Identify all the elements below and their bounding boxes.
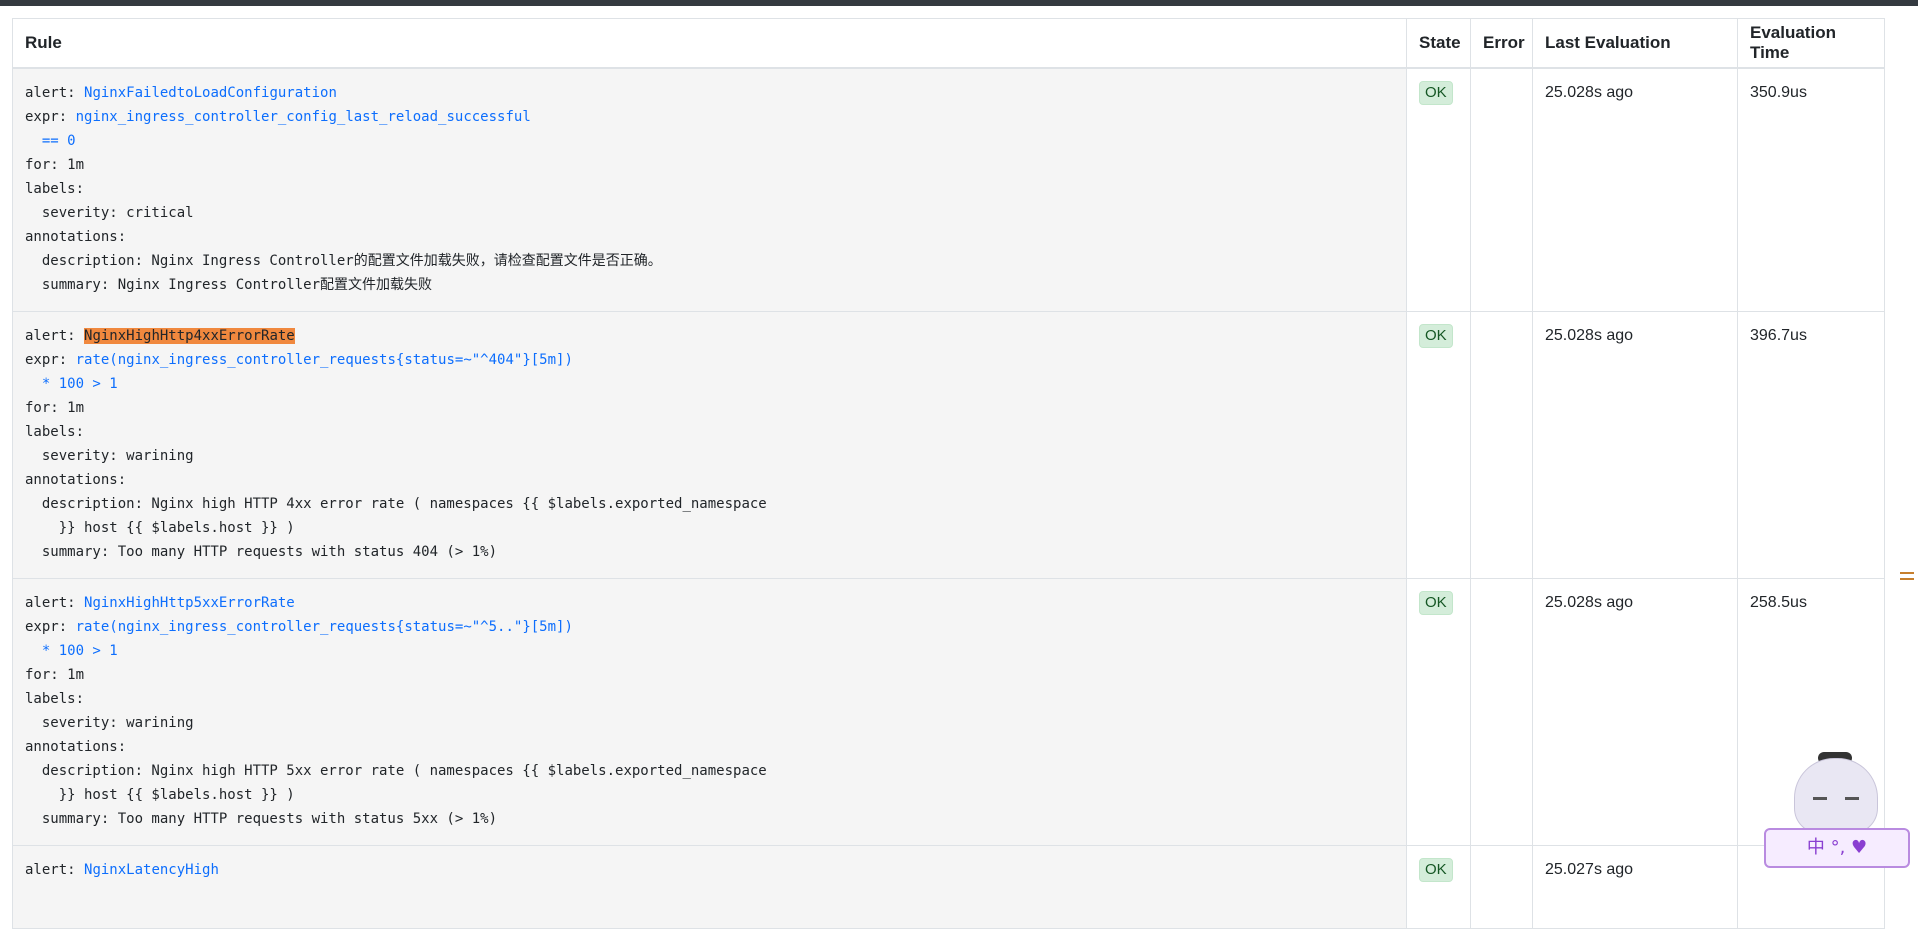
rule-definition: alert: NginxHighHttp4xxErrorRate expr: r…	[25, 324, 1394, 564]
severity-line: severity: critical	[25, 205, 194, 221]
rule-cell: alert: NginxFailedtoLoadConfiguration ex…	[12, 67, 1407, 312]
rule-definition: alert: NginxLatencyHigh	[25, 858, 1394, 882]
rule-definition: alert: NginxFailedtoLoadConfiguration ex…	[25, 81, 1394, 297]
expr-key: expr:	[25, 352, 68, 368]
error-cell	[1470, 578, 1533, 846]
annotations-line: annotations:	[25, 472, 127, 488]
scrollbar-grip-icon[interactable]	[1900, 568, 1914, 584]
top-navbar-strip	[0, 0, 1918, 6]
expr-link[interactable]: nginx_ingress_controller_config_last_rel…	[76, 109, 531, 125]
header-error: Error	[1470, 18, 1533, 69]
last-evaluation-cell: 25.028s ago	[1532, 67, 1738, 312]
error-cell	[1470, 67, 1533, 312]
expr-link[interactable]: rate(nginx_ingress_controller_requests{s…	[76, 619, 573, 635]
rules-table-container: Rule State Error Last Evaluation Evaluat…	[12, 18, 1885, 929]
table-row: alert: NginxLatencyHigh OK 25.027s ago	[12, 845, 1885, 929]
alert-key: alert:	[25, 595, 76, 611]
severity-line: severity: warining	[25, 715, 194, 731]
state-cell: OK	[1406, 311, 1471, 579]
rule-cell: alert: NginxHighHttp5xxErrorRate expr: r…	[12, 578, 1407, 846]
annotations-line: annotations:	[25, 229, 127, 245]
summary-line: summary: Too many HTTP requests with sta…	[25, 811, 498, 827]
expr-continuation[interactable]: == 0	[25, 133, 76, 149]
alert-key: alert:	[25, 85, 76, 101]
header-rule: Rule	[12, 18, 1407, 69]
description-line-continuation: }} host {{ $labels.host }} )	[25, 520, 295, 536]
summary-line: summary: Too many HTTP requests with sta…	[25, 544, 498, 560]
description-line: description: Nginx high HTTP 5xx error r…	[25, 763, 767, 779]
error-cell	[1470, 311, 1533, 579]
last-evaluation-cell: 25.027s ago	[1532, 845, 1738, 929]
table-header-row: Rule State Error Last Evaluation Evaluat…	[12, 18, 1885, 69]
for-line: for: 1m	[25, 400, 85, 416]
alert-name-link[interactable]: NginxFailedtoLoadConfiguration	[84, 85, 337, 101]
summary-line: summary: Nginx Ingress Controller配置文件加载失…	[25, 277, 433, 293]
header-evaluation-time: Evaluation Time	[1737, 18, 1885, 69]
alert-name-link[interactable]: NginxHighHttp5xxErrorRate	[84, 595, 295, 611]
for-line: for: 1m	[25, 667, 85, 683]
mascot-face-icon	[1794, 758, 1878, 834]
severity-line: severity: warining	[25, 448, 194, 464]
rule-cell: alert: NginxLatencyHigh	[12, 845, 1407, 929]
header-state: State	[1406, 18, 1471, 69]
expr-key: expr:	[25, 109, 68, 125]
for-line: for: 1m	[25, 157, 85, 173]
state-badge: OK	[1419, 81, 1453, 105]
labels-line: labels:	[25, 181, 85, 197]
table-row: alert: NginxHighHttp5xxErrorRate expr: r…	[12, 578, 1885, 846]
evaluation-time-cell: 396.7us	[1737, 311, 1885, 579]
state-badge: OK	[1419, 591, 1453, 615]
state-badge: OK	[1419, 858, 1453, 882]
table-row: alert: NginxHighHttp4xxErrorRate expr: r…	[12, 311, 1885, 579]
header-last-evaluation: Last Evaluation	[1532, 18, 1738, 69]
last-evaluation-cell: 25.028s ago	[1532, 311, 1738, 579]
rule-cell: alert: NginxHighHttp4xxErrorRate expr: r…	[12, 311, 1407, 579]
state-cell: OK	[1406, 578, 1471, 846]
table-row: alert: NginxFailedtoLoadConfiguration ex…	[12, 67, 1885, 312]
last-evaluation-cell: 25.028s ago	[1532, 578, 1738, 846]
labels-line: labels:	[25, 424, 85, 440]
rules-table: Rule State Error Last Evaluation Evaluat…	[12, 18, 1885, 929]
state-cell: OK	[1406, 845, 1471, 929]
evaluation-time-cell: 350.9us	[1737, 67, 1885, 312]
alert-name-link[interactable]: NginxHighHttp4xxErrorRate	[84, 328, 295, 344]
ime-mascot-widget[interactable]: 中 °, ♥	[1760, 752, 1910, 868]
expr-link[interactable]: rate(nginx_ingress_controller_requests{s…	[76, 352, 573, 368]
expr-continuation[interactable]: * 100 > 1	[25, 376, 118, 392]
ime-status-bar[interactable]: 中 °, ♥	[1764, 828, 1910, 868]
state-badge: OK	[1419, 324, 1453, 348]
expr-continuation[interactable]: * 100 > 1	[25, 643, 118, 659]
state-cell: OK	[1406, 67, 1471, 312]
annotations-line: annotations:	[25, 739, 127, 755]
error-cell	[1470, 845, 1533, 929]
description-line: description: Nginx Ingress Controller的配置…	[25, 253, 662, 269]
alert-key: alert:	[25, 328, 76, 344]
alert-key: alert:	[25, 862, 76, 878]
description-line: description: Nginx high HTTP 4xx error r…	[25, 496, 767, 512]
labels-line: labels:	[25, 691, 85, 707]
description-line-continuation: }} host {{ $labels.host }} )	[25, 787, 295, 803]
alert-name-link[interactable]: NginxLatencyHigh	[84, 862, 219, 878]
rule-definition: alert: NginxHighHttp5xxErrorRate expr: r…	[25, 591, 1394, 831]
expr-key: expr:	[25, 619, 68, 635]
